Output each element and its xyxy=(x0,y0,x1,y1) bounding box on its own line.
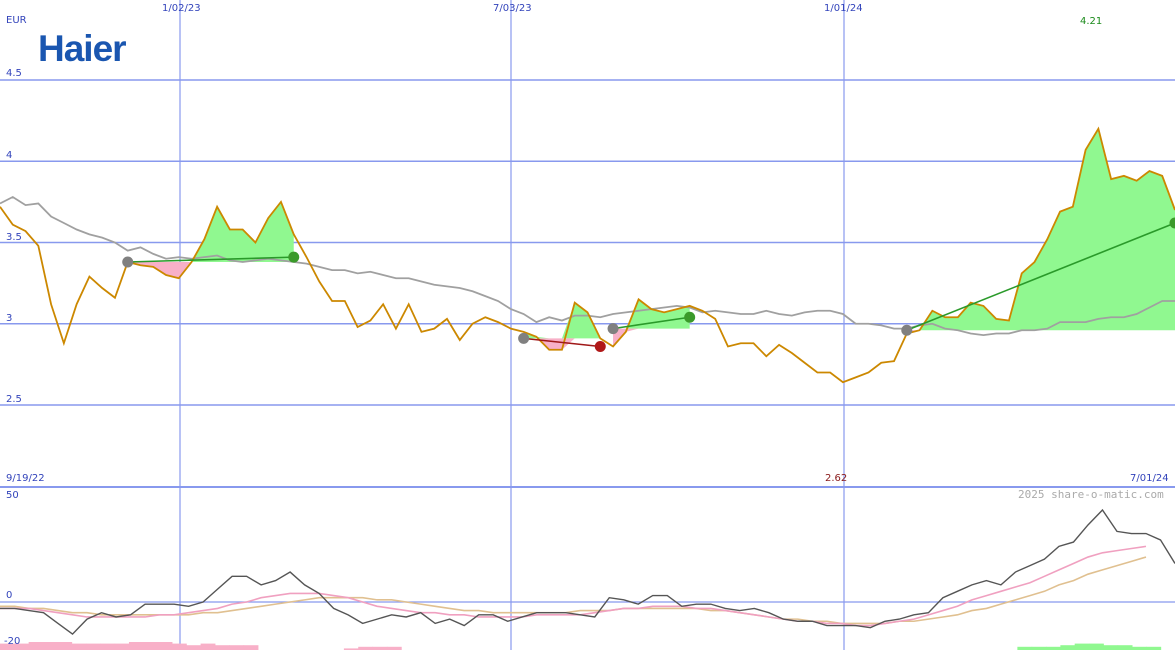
gain-area xyxy=(906,128,1175,331)
haier-logo: Haier xyxy=(38,28,127,69)
chart-canvas xyxy=(0,0,1175,650)
y-tick-label: 3 xyxy=(6,313,13,324)
min-price-label: 2.62 xyxy=(825,473,848,484)
trade-entry-marker xyxy=(901,324,913,336)
histogram-bar xyxy=(1089,643,1104,650)
histogram-bar xyxy=(28,642,44,650)
histogram-bar xyxy=(214,645,230,650)
histogram-bar xyxy=(128,642,144,650)
x-tick-label: 1/01/24 xyxy=(824,3,863,14)
histogram-bar xyxy=(1117,645,1133,650)
oscillator-layer xyxy=(0,508,1175,650)
trade-entry-marker xyxy=(122,256,134,268)
trade-entry-marker xyxy=(607,323,619,335)
histogram-bar xyxy=(1074,643,1090,650)
histogram-bar xyxy=(243,645,259,650)
histogram-bar xyxy=(171,643,187,650)
trade-exit-marker xyxy=(288,251,300,263)
price-line xyxy=(0,126,1175,384)
histogram-bar xyxy=(157,642,173,650)
start-date-label: 9/19/22 xyxy=(6,473,45,484)
histogram-bar xyxy=(85,643,101,650)
max-price-label: 4.21 xyxy=(1080,16,1103,27)
histogram-bar xyxy=(200,643,216,650)
histogram-bar xyxy=(143,642,159,650)
currency-label: EUR xyxy=(6,15,27,26)
histogram-bar xyxy=(100,643,116,650)
x-tick-label: 1/02/23 xyxy=(162,3,201,14)
trade-exit-marker xyxy=(684,311,696,323)
histogram-bar xyxy=(186,645,202,650)
y-tick-label: 4.5 xyxy=(6,68,22,79)
osc-y-tick-label: -20 xyxy=(4,636,21,647)
osc-y-tick-label: 0 xyxy=(6,590,13,601)
loss-area xyxy=(613,328,690,347)
watermark: 2025 share-o-matic.com xyxy=(1018,488,1164,501)
trade-exit-marker xyxy=(594,341,606,352)
histogram-bar xyxy=(229,645,245,650)
histogram-bar xyxy=(57,642,73,650)
histogram-bar xyxy=(42,642,58,650)
histogram-bar xyxy=(71,643,87,650)
histogram-bar xyxy=(1060,645,1076,650)
series-line-layer xyxy=(0,126,1175,384)
x-tick-label: 7/03/23 xyxy=(493,3,532,14)
trade-entry-marker xyxy=(518,332,530,344)
histogram-bar xyxy=(114,643,130,650)
y-tick-label: 3.5 xyxy=(6,232,22,243)
loss-area xyxy=(127,262,294,279)
y-tick-label: 2.5 xyxy=(6,394,22,405)
histogram-bar xyxy=(1103,645,1119,650)
osc-y-tick-label: 50 xyxy=(6,490,19,501)
y-tick-label: 4 xyxy=(6,150,13,161)
end-date-label: 7/01/24 xyxy=(1130,473,1169,484)
loss-area xyxy=(906,330,1175,334)
